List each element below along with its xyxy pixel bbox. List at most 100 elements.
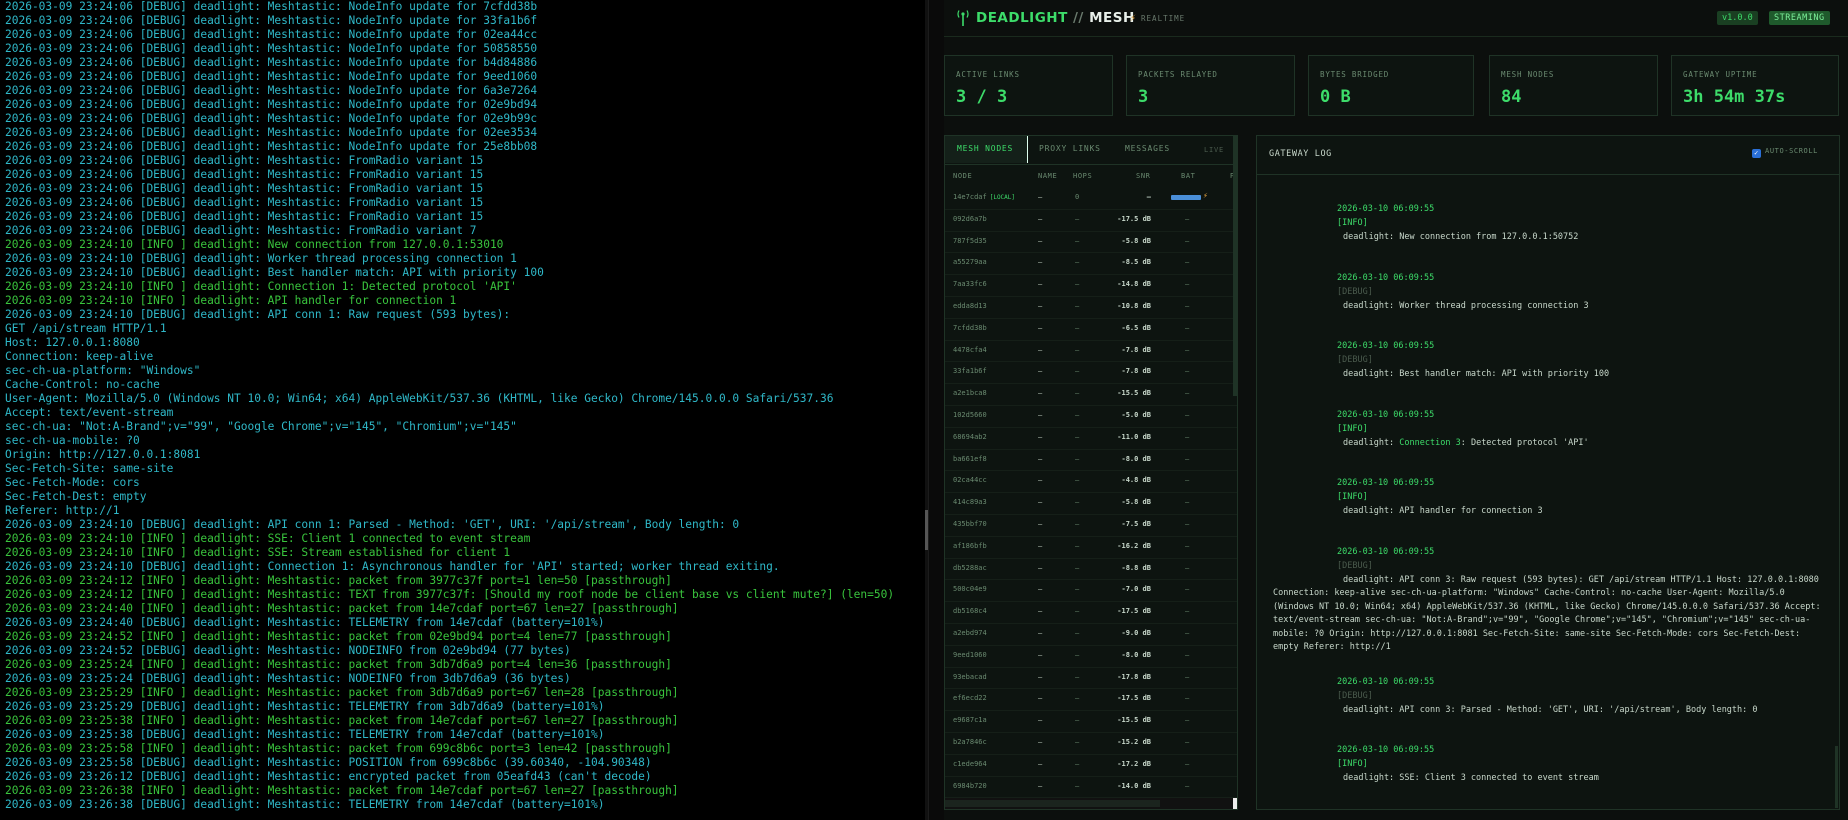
panel-tabs: MESH NODES PROXY LINKS MESSAGES LIVE xyxy=(945,136,1237,165)
log-text: deadlight: New connection from 127.0.0.1… xyxy=(1343,232,1579,242)
node-row[interactable]: 102d5660 — — -5.0 dB — xyxy=(945,406,1237,428)
node-row[interactable]: ba661ef8 — — -8.0 dB — xyxy=(945,450,1237,472)
node-row[interactable]: edda8d13 — — -10.8 dB — xyxy=(945,297,1237,319)
log-scrollbar[interactable] xyxy=(1835,746,1838,808)
log-highlight: Connection 3 xyxy=(1399,437,1461,448)
node-row[interactable]: 68694ab2 — — -11.0 dB — xyxy=(945,428,1237,450)
node-snr: -17.5 dB xyxy=(1117,694,1151,703)
node-hops: — xyxy=(1075,258,1080,267)
node-name: — xyxy=(1038,410,1043,419)
log-timestamp: 2026-03-10 06:09:55 xyxy=(1337,204,1435,214)
nodes-horizontal-scrollbar[interactable] xyxy=(945,798,1237,809)
app-title: DEADLIGHT // MESH xyxy=(976,10,1135,26)
terminal-line: 2026-03-09 23:25:58 [INFO ] deadlight: M… xyxy=(5,742,672,755)
node-row[interactable]: 7cfdd38b — — -6.5 dB — xyxy=(945,319,1237,341)
log-message: deadlight: API conn 3: Raw request (593 … xyxy=(1273,574,1823,655)
node-hops: — xyxy=(1075,214,1080,223)
terminal-line: 2026-03-09 23:25:29 [DEBUG] deadlight: M… xyxy=(5,700,605,713)
local-node-badge: [LOCAL] xyxy=(989,194,1016,201)
node-row[interactable]: a2ebd974 — — -9.0 dB — xyxy=(945,624,1237,646)
nodes-table-body: 14e7cdaf [LOCAL] — 0 — ⚡ 092d6a7b — — -17.5 dB — 78… xyxy=(945,188,1237,809)
stat-value: 3 xyxy=(1138,87,1149,107)
node-name: — xyxy=(1038,193,1043,201)
terminal-line: Sec-Fetch-Dest: empty xyxy=(5,490,147,503)
node-row[interactable]: 6984b720 — — -14.0 dB — xyxy=(945,777,1237,799)
node-battery: — xyxy=(1185,541,1190,550)
node-row[interactable]: 7aa33fc6 — — -14.8 dB — xyxy=(945,275,1237,297)
terminal-line: 2026-03-09 23:25:38 [DEBUG] deadlight: M… xyxy=(5,728,605,741)
log-timestamp: 2026-03-10 06:09:55 xyxy=(1337,745,1435,755)
pane-divider[interactable] xyxy=(928,0,945,820)
terminal-line: 2026-03-09 23:24:06 [DEBUG] deadlight: M… xyxy=(5,210,484,223)
terminal-line: 2026-03-09 23:25:24 [INFO ] deadlight: M… xyxy=(5,658,672,671)
node-row[interactable]: c1ede964 — — -17.2 dB — xyxy=(945,755,1237,777)
node-row[interactable]: ef6ecd22 — — -17.5 dB — xyxy=(945,689,1237,712)
node-battery: — xyxy=(1185,563,1190,572)
node-row[interactable]: 33fa1b6f — — -7.8 dB — xyxy=(945,362,1237,385)
node-row[interactable]: db5288ac — — -8.8 dB — xyxy=(945,559,1237,581)
stat-label: MESH NODES xyxy=(1501,70,1555,79)
node-id: 7aa33fc6 xyxy=(953,280,987,289)
tab-messages[interactable]: MESSAGES xyxy=(1125,144,1170,153)
stat-value: 84 xyxy=(1501,87,1522,107)
terminal-line: 2026-03-09 23:24:10 [DEBUG] deadlight: W… xyxy=(5,252,517,265)
node-row[interactable]: a2e1bca8 — — -15.5 dB — xyxy=(945,384,1237,406)
tab-proxy-links[interactable]: PROXY LINKS xyxy=(1039,144,1101,153)
log-message: deadlight: SSE: Client 3 connected to ev… xyxy=(1343,772,1823,786)
node-battery: — xyxy=(1185,236,1190,245)
node-name: — xyxy=(1038,258,1043,267)
node-row[interactable]: 9eed1060 — — -8.0 dB — xyxy=(945,646,1237,668)
terminal-line: 2026-03-09 23:25:58 [DEBUG] deadlight: M… xyxy=(5,756,652,769)
node-row[interactable]: af186bfb — — -16.2 dB — xyxy=(945,537,1237,559)
log-level: [INFO] xyxy=(1337,423,1368,434)
log-level: [INFO] xyxy=(1337,759,1368,769)
dashboard: DEADLIGHT // MESH ⚡ REALTIME v1.0.0 STREA… xyxy=(944,0,1848,820)
live-indicator: LIVE xyxy=(1204,146,1225,154)
node-row[interactable]: a55279aa — — -8.5 dB — xyxy=(945,253,1237,276)
terminal-line: 2026-03-09 23:24:06 [DEBUG] deadlight: M… xyxy=(5,154,484,167)
node-id: 14e7cdaf [LOCAL] xyxy=(953,193,1016,201)
node-name: — xyxy=(1038,563,1043,572)
node-battery: — xyxy=(1185,781,1190,790)
node-id: 435bbf70 xyxy=(953,519,987,528)
terminal-window[interactable]: 2026-03-09 23:24:06 [DEBUG] deadlight: M… xyxy=(0,0,928,820)
node-id: 414c89a3 xyxy=(953,498,987,507)
node-battery: — xyxy=(1185,476,1190,485)
node-row[interactable]: 092d6a7b — — -17.5 dB — xyxy=(945,210,1237,232)
node-row[interactable]: 435bbf70 — — -7.5 dB — xyxy=(945,515,1237,537)
node-snr: -8.0 dB xyxy=(1121,454,1151,463)
stat-label: ACTIVE LINKS xyxy=(956,70,1020,79)
node-row[interactable]: b2a7846c — — -15.2 dB — xyxy=(945,733,1237,755)
node-row[interactable]: 93ebacad — — -17.8 dB — xyxy=(945,668,1237,690)
scroll-thumb[interactable] xyxy=(945,800,1160,807)
column-node[interactable]: NODE xyxy=(953,172,972,180)
node-snr: -6.5 dB xyxy=(1121,323,1151,332)
node-row[interactable]: 14e7cdaf [LOCAL] — 0 — ⚡ xyxy=(945,188,1237,210)
node-hops: — xyxy=(1075,280,1080,289)
stat-active-links: ACTIVE LINKS 3 / 3 xyxy=(944,55,1113,116)
node-row[interactable]: 500c04e9 — — -7.0 dB — xyxy=(945,580,1237,603)
column-hops[interactable]: HOPS xyxy=(1073,172,1092,180)
node-row[interactable]: 414c89a3 — — -5.8 dB — xyxy=(945,493,1237,515)
stat-gateway-uptime: GATEWAY UPTIME 3h 54m 37s xyxy=(1671,55,1839,116)
node-snr: -14.8 dB xyxy=(1117,280,1151,289)
column-name[interactable]: NAME xyxy=(1038,172,1057,180)
terminal-line: 2026-03-09 23:24:06 [DEBUG] deadlight: M… xyxy=(5,42,538,55)
auto-scroll-toggle[interactable]: ✓ AUTO-SCROLL xyxy=(1752,147,1818,158)
column-snr[interactable]: SNR xyxy=(1136,172,1150,180)
node-row[interactable]: 787f5d35 — — -5.8 dB — xyxy=(945,232,1237,254)
checkbox-checked-icon[interactable]: ✓ xyxy=(1752,149,1761,158)
node-row[interactable]: e9687c1a — — -15.5 dB — xyxy=(945,711,1237,733)
node-row[interactable]: 02ca44cc — — -4.8 dB — xyxy=(945,471,1237,494)
node-snr: -9.0 dB xyxy=(1121,628,1151,637)
column-bat[interactable]: BAT xyxy=(1181,172,1195,180)
node-row[interactable]: 4478cfa4 — — -7.8 dB — xyxy=(945,341,1237,363)
node-row[interactable]: db5168c4 — — -17.5 dB — xyxy=(945,602,1237,624)
node-id: 7cfdd38b xyxy=(953,323,987,332)
node-snr: -17.5 dB xyxy=(1117,214,1151,223)
tab-mesh-nodes[interactable]: MESH NODES xyxy=(957,144,1013,153)
node-hops: — xyxy=(1075,454,1080,463)
log-timestamp: 2026-03-10 06:09:55 xyxy=(1337,478,1435,488)
gateway-log-list[interactable]: 2026-03-10 06:09:55 [INFO] deadlight: New … xyxy=(1257,174,1839,809)
nodes-scrollbar[interactable] xyxy=(1233,136,1237,396)
